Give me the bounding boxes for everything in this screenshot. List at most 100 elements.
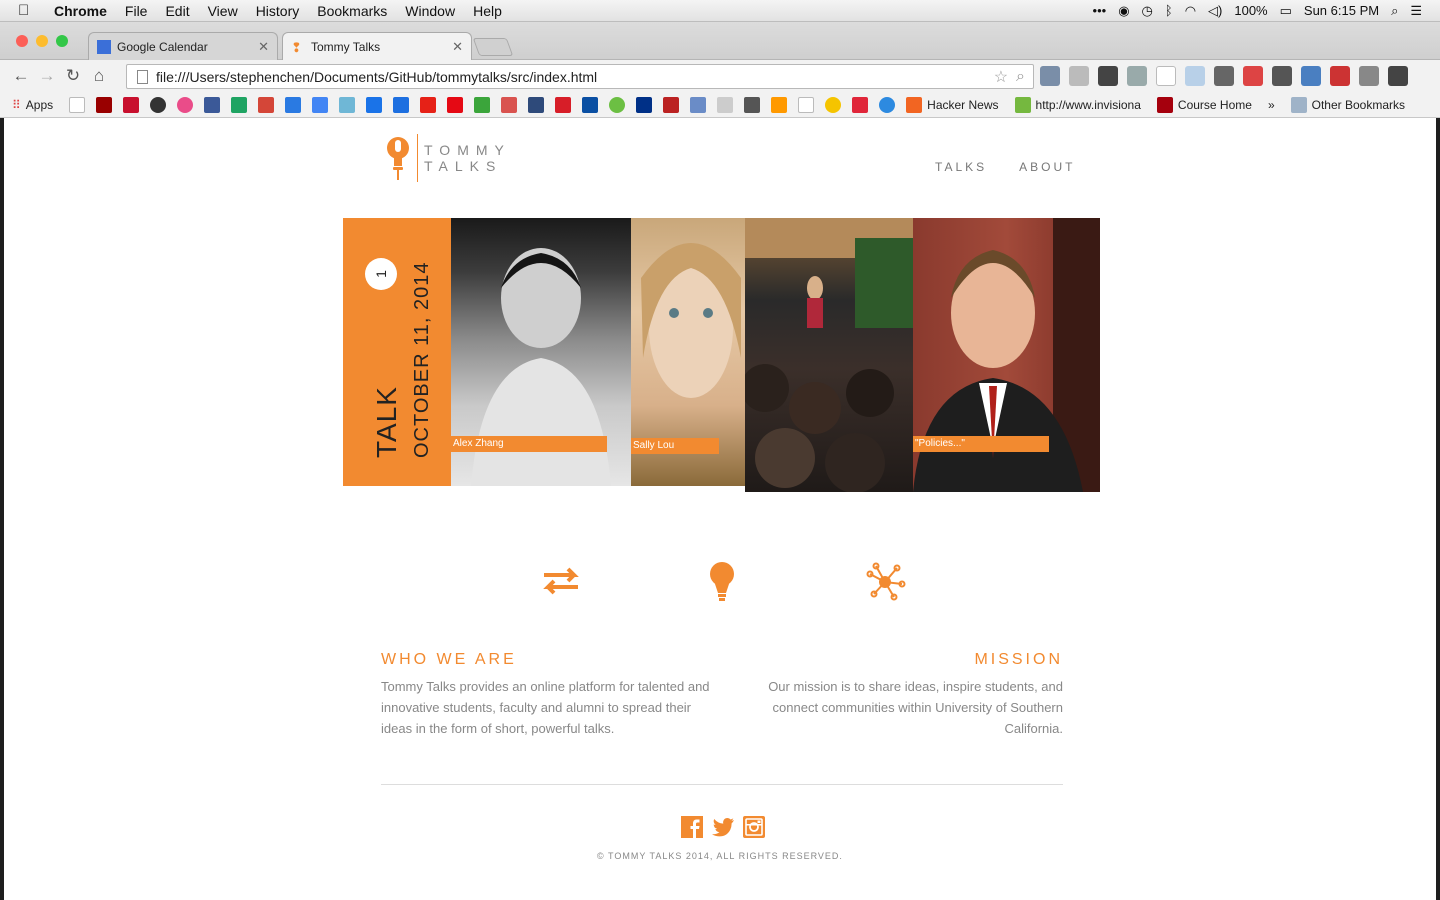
bookmark-p-icon[interactable] [366,96,383,113]
bookmark-sc-icon[interactable] [123,96,140,113]
bookmark-mail-icon[interactable] [285,96,302,113]
speaker-photo-2[interactable]: Sally Lou [631,218,745,486]
bookmark-usc-icon[interactable] [96,96,113,113]
extension-hand-icon[interactable] [1069,66,1089,86]
bookmark-lemon-icon[interactable] [825,96,842,113]
speaker-photo-3[interactable]: "Policies..." [913,218,1100,492]
bookmark-film-icon[interactable] [528,96,545,113]
bookmark-globe-icon[interactable] [879,96,896,113]
close-tab-icon[interactable]: ✕ [258,39,269,55]
extension-at-icon[interactable] [1272,66,1292,86]
facebook-icon[interactable] [681,816,703,838]
site-logo[interactable]: TOMMY TALKS [385,134,511,182]
home-icon[interactable]: ⌂ [86,66,112,86]
nav-talks-link[interactable]: TALKS [935,160,987,174]
menu-edit[interactable]: Edit [165,3,189,19]
bookmark-page-icon[interactable] [69,96,86,113]
extension-book-icon[interactable] [1330,66,1350,86]
bookmark-music-icon[interactable] [744,96,761,113]
extension-instapaper-icon[interactable] [1156,66,1176,86]
bookmark-drive-icon[interactable] [231,96,248,113]
zoom-window-button[interactable] [56,35,68,47]
menu-bookmarks[interactable]: Bookmarks [317,3,387,19]
time-machine-icon[interactable]: ◷ [1142,3,1153,19]
tab-tommy-talks[interactable]: ❢ Tommy Talks ✕ [282,32,472,61]
extension-gear-icon[interactable] [1098,66,1118,86]
extension-pocket-icon[interactable] [1214,66,1234,86]
close-window-button[interactable] [16,35,28,47]
tab-google-calendar[interactable]: Google Calendar ✕ [88,32,278,60]
new-tab-button[interactable] [472,38,514,56]
nav-about-link[interactable]: ABOUT [1019,160,1075,174]
bookmark-apps[interactable]: ⠿ Apps [12,98,53,112]
forward-icon[interactable]: → [34,66,60,86]
back-icon[interactable]: ← [8,66,34,86]
spotlight-icon[interactable]: ⌕ [1391,3,1398,19]
camera-icon[interactable]: ◉ [1118,3,1129,19]
extension-rocket-icon[interactable] [1243,66,1263,86]
menu-file[interactable]: File [125,3,148,19]
url-text[interactable]: file:///Users/stephenchen/Documents/GitH… [156,69,597,85]
notification-center-icon[interactable]: ☰ [1410,3,1422,19]
bookmark-facebook-icon[interactable] [204,96,221,113]
bluetooth-icon[interactable]: ᛒ [1165,3,1173,18]
bookmarks-overflow-button[interactable]: » [1268,98,1275,112]
apple-menu-icon[interactable]:  [18,2,40,19]
extension-jb-icon[interactable] [1185,66,1205,86]
bookmark-calendar-icon[interactable] [312,96,329,113]
extension-cast-icon[interactable] [1127,66,1147,86]
bookmark-dots-icon[interactable] [339,96,356,113]
close-tab-icon[interactable]: ✕ [452,39,463,55]
bookmark-chase-icon[interactable] [582,96,599,113]
extension-globe-icon[interactable] [1301,66,1321,86]
bookmark-course-home[interactable]: Course Home [1156,96,1252,113]
clock[interactable]: Sun 6:15 PM [1304,3,1379,18]
more-icon[interactable]: ••• [1093,3,1107,18]
menu-view[interactable]: View [208,3,238,19]
event-photo[interactable] [745,218,913,492]
reload-icon[interactable]: ↻ [60,66,86,86]
bookmark-hacker-news[interactable]: Hacker News [906,96,999,113]
twitter-icon[interactable] [711,816,735,838]
chrome-menu-icon[interactable] [1388,66,1408,86]
menu-help[interactable]: Help [473,3,502,19]
menu-window[interactable]: Window [405,3,455,19]
bookmark-wf-icon[interactable] [555,96,572,113]
menu-history[interactable]: History [256,3,300,19]
invision-icon [1014,96,1031,113]
bookmark-other-bookmarks[interactable]: Other Bookmarks [1290,96,1405,113]
bookmark-pencil-icon[interactable] [717,96,734,113]
bookmark-leaf-icon[interactable] [609,96,626,113]
bookmark-h-icon[interactable] [474,96,491,113]
bookmark-paypal-icon[interactable] [636,96,653,113]
who-we-are-heading: WHO WE ARE [381,651,517,668]
battery-icon[interactable]: ▭ [1280,3,1292,19]
speaker-photo-1[interactable]: Alex Zhang [451,218,631,486]
address-bar[interactable]: file:///Users/stephenchen/Documents/GitH… [126,64,1034,89]
menu-app-name[interactable]: Chrome [54,3,107,19]
bookmark-amazon-icon[interactable] [771,96,788,113]
caption-bar: Sally Lou [631,438,719,454]
bookmark-youtube-icon[interactable] [420,96,437,113]
bookmark-s-icon[interactable] [393,96,410,113]
bookmark-q-icon[interactable] [501,96,518,113]
bookmark-invision[interactable]: http://www.invisiona [1014,96,1141,113]
hero-collage[interactable]: 1 TALK OCTOBER 11, 2014 Alex Zhang Sally… [343,218,1100,492]
minimize-window-button[interactable] [36,35,48,47]
battery-percent[interactable]: 100% [1234,3,1267,18]
instagram-icon[interactable] [743,816,765,838]
bookmark-netflix-icon[interactable] [447,96,464,113]
bookmark-blackboard-icon[interactable] [150,96,167,113]
bookmark-amazon-a-icon[interactable] [798,96,815,113]
bookmark-atom-icon[interactable] [690,96,707,113]
extension-tab-icon[interactable] [1040,66,1060,86]
extension-shuffle-icon[interactable] [1359,66,1379,86]
wifi-icon[interactable]: ◠ [1185,3,1196,19]
bookmark-box-icon[interactable] [663,96,680,113]
search-icon[interactable]: ⌕ [1016,68,1025,86]
volume-icon[interactable]: ◁) [1208,3,1222,19]
bookmark-star-icon[interactable]: ☆ [994,67,1008,87]
bookmark-ribbon-icon[interactable] [852,96,869,113]
bookmark-dribbble-icon[interactable] [177,96,194,113]
bookmark-gmail-icon[interactable] [258,96,275,113]
